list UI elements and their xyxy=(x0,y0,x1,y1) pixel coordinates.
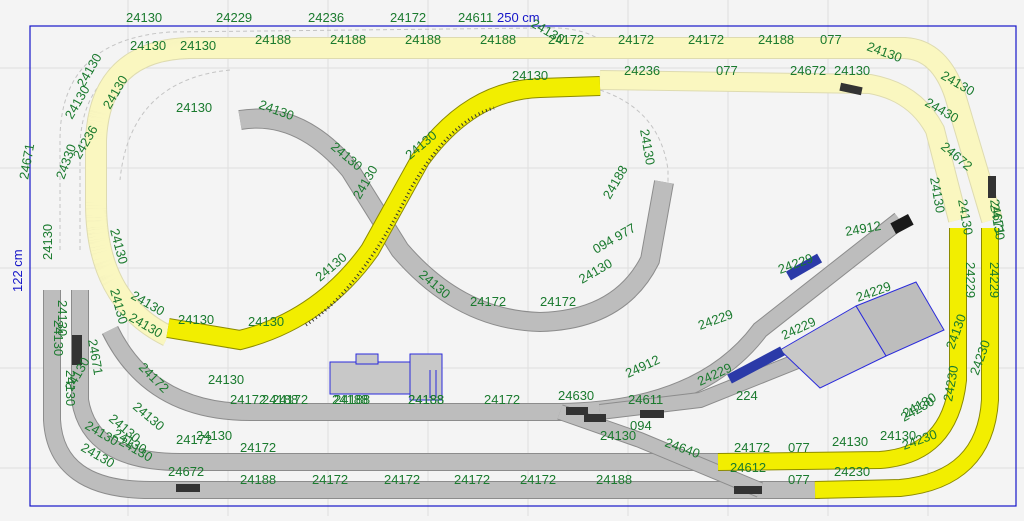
part-number-label: 24130 xyxy=(130,38,166,53)
part-number-label: 24130 xyxy=(178,312,214,327)
part-number-label: 24172 xyxy=(454,472,490,487)
part-number-label: 077 xyxy=(716,63,738,78)
part-number-label: 24229 xyxy=(987,262,1002,298)
part-number-label: 24611 xyxy=(628,392,663,407)
part-number-label: 24130 xyxy=(576,256,615,287)
part-number-label: 24229 xyxy=(963,262,978,298)
part-number-label: 077 xyxy=(788,472,810,487)
part-number-label: 24172 xyxy=(548,32,584,47)
part-number-label: 24130 xyxy=(880,428,916,443)
part-number-label: 24172 xyxy=(230,392,266,407)
part-number-label: 24188 xyxy=(600,163,631,202)
part-number-label: 24172 xyxy=(272,392,308,407)
part-number-label: 24130 xyxy=(248,314,284,329)
part-number-label: 24130 xyxy=(126,10,162,25)
part-number-label: 24236 xyxy=(624,63,660,78)
part-number-label: 24130 xyxy=(51,320,66,356)
part-number-label: 077 xyxy=(820,32,842,47)
part-number-label: 24229 xyxy=(696,306,735,332)
part-number-label: 24230 xyxy=(834,464,870,479)
part-number-label: 24236 xyxy=(308,10,344,25)
part-number-label: 24172 xyxy=(240,440,276,455)
part-number-label: 24229 xyxy=(216,10,252,25)
part-number-label: 24130 xyxy=(600,428,636,443)
ramp-track[interactable] xyxy=(166,76,601,351)
part-number-label: 24130 xyxy=(637,128,658,166)
part-number-label: 24172 xyxy=(470,294,506,309)
part-number-label: 24172 xyxy=(484,392,520,407)
part-number-label: 24130 xyxy=(40,224,55,260)
part-number-label: 24130 xyxy=(176,100,212,115)
part-number-label: 224 xyxy=(736,388,758,403)
part-number-label: 24612 xyxy=(730,460,766,475)
track-plan: 250 cm 122 cm 24130 24229 24236 24172 24… xyxy=(0,0,1024,516)
part-number-label: 24188 xyxy=(596,472,632,487)
part-number-label: 24630 xyxy=(558,388,594,403)
part-number-label: 24188 xyxy=(480,32,516,47)
part-number-label: 24130 xyxy=(208,372,244,387)
part-number-label: 24611 xyxy=(458,10,493,25)
height-dimension: 122 cm xyxy=(10,249,25,292)
part-number-label: 24672 xyxy=(790,63,826,78)
part-number-label: 094 977 xyxy=(590,220,638,256)
part-number-label: 24172 xyxy=(312,472,348,487)
part-number-label: 24188 xyxy=(330,32,366,47)
part-number-label: 24672 xyxy=(168,464,204,479)
part-number-label: 24330 xyxy=(53,142,79,181)
part-number-label: 24188 xyxy=(334,392,370,407)
part-number-label: 24188 xyxy=(408,392,444,407)
part-number-label: 24172 xyxy=(618,32,654,47)
part-number-label: 24172 xyxy=(540,294,576,309)
part-number-label: 24130 xyxy=(832,434,868,449)
part-number-label: 24130 xyxy=(512,68,548,83)
part-number-label: 24912 xyxy=(623,352,662,381)
part-number-label: 24188 xyxy=(255,32,291,47)
part-number-label: 24130 xyxy=(834,63,870,78)
layout-planner-canvas[interactable]: 250 cm 122 cm 24130 24229 24236 24172 24… xyxy=(0,0,1024,516)
part-number-label: 24130 xyxy=(196,428,232,443)
part-number-label: 077 xyxy=(788,440,810,455)
part-number-label: 24172 xyxy=(390,10,426,25)
part-number-label: 24130 xyxy=(180,38,216,53)
part-number-label: 24172 xyxy=(734,440,770,455)
part-number-label: 24188 xyxy=(240,472,276,487)
part-number-label: 24188 xyxy=(405,32,441,47)
part-number-label: 24188 xyxy=(758,32,794,47)
part-number-label: 24172 xyxy=(688,32,724,47)
part-number-label: 24172 xyxy=(384,472,420,487)
part-number-label: 24172 xyxy=(520,472,556,487)
part-number-label: 24671 xyxy=(16,142,37,180)
